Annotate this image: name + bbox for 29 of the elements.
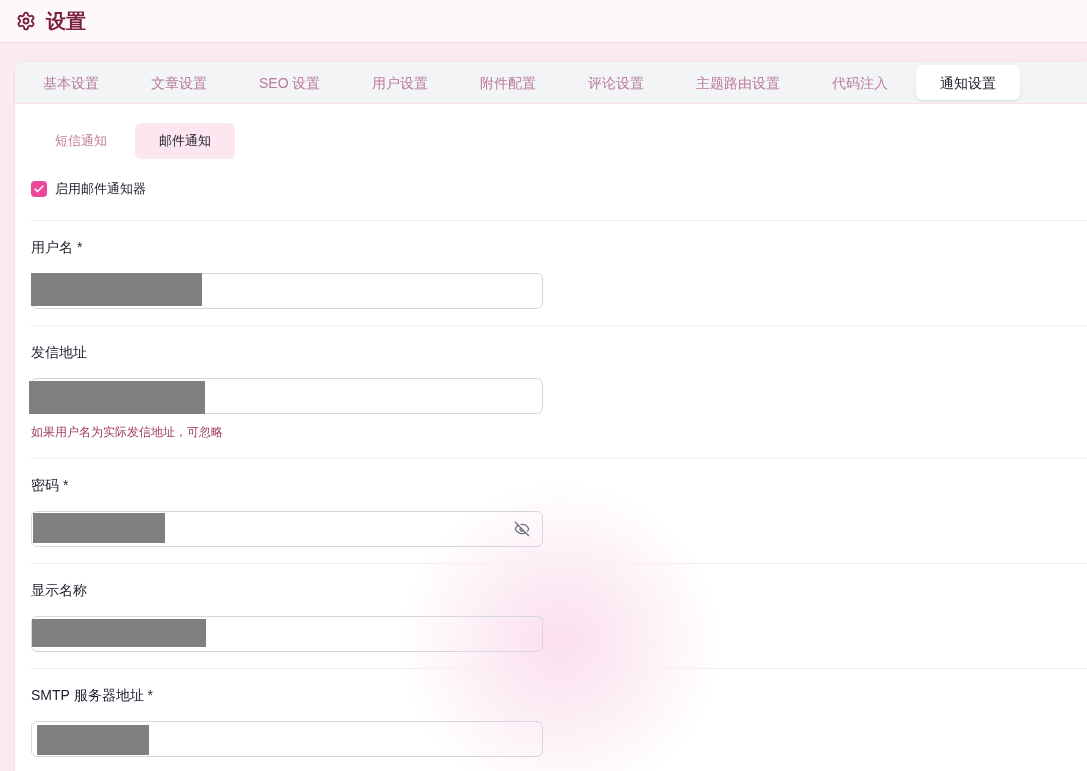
- show-password-button[interactable]: [514, 521, 530, 537]
- tab[interactable]: 基本设置: [19, 65, 123, 100]
- input-field[interactable]: [31, 721, 543, 757]
- field-label: 发信地址: [31, 343, 88, 362]
- tab[interactable]: 主题路由设置: [672, 65, 805, 100]
- input-field[interactable]: [31, 616, 543, 652]
- field-label: 显示名称: [31, 581, 88, 600]
- sub-tab[interactable]: 短信通知: [31, 123, 131, 159]
- checkbox[interactable]: [31, 181, 47, 197]
- settings-icon: [16, 11, 36, 31]
- input-field[interactable]: [31, 273, 543, 309]
- input-field[interactable]: [31, 378, 543, 414]
- tab[interactable]: 代码注入: [808, 65, 913, 100]
- tab[interactable]: 评论设置: [564, 65, 669, 100]
- field-label: SMTP 服务器地址 *: [31, 686, 154, 705]
- check-icon: [33, 183, 45, 195]
- password-field[interactable]: [31, 511, 543, 547]
- page-title: 设置: [46, 9, 86, 34]
- field-label: 用户名 *: [31, 238, 84, 257]
- tab[interactable]: SEO 设置: [235, 65, 345, 100]
- tab[interactable]: 文章设置: [127, 65, 231, 100]
- tab[interactable]: 附件配置: [456, 65, 561, 100]
- tab[interactable]: 用户设置: [348, 65, 453, 100]
- field-label: 密码 *: [31, 476, 70, 495]
- sub-tab[interactable]: 邮件通知: [135, 123, 235, 159]
- eye-off-icon: [514, 521, 530, 537]
- tab[interactable]: 通知设置: [916, 65, 1021, 100]
- field-hint: 如果用户名为实际发信地址，可忽略: [31, 424, 224, 441]
- checkbox-label: 启用邮件通知器: [55, 180, 146, 198]
